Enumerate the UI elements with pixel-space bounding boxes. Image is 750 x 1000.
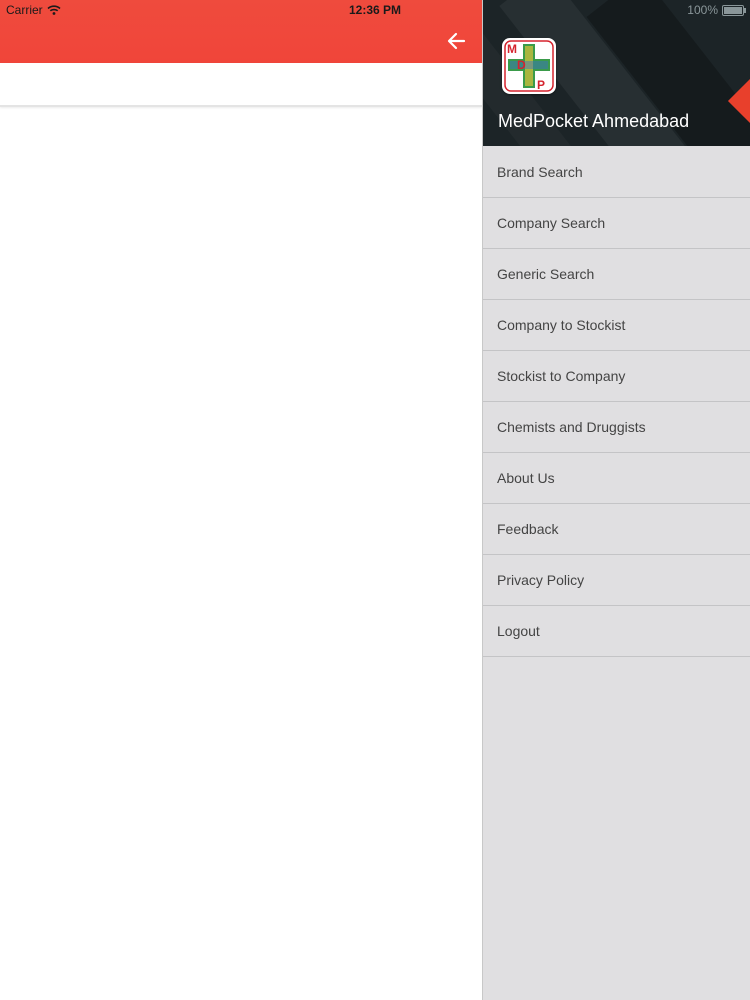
menu-item-chemists-and-druggists[interactable]: Chemists and Druggists [483, 402, 750, 453]
status-time: 12:36 PM [348, 3, 402, 17]
app-name: MedPocket Ahmedabad [498, 111, 690, 131]
drawer-menu: Brand Search Company Search Generic Sear… [483, 147, 750, 657]
drawer-header: M D P MedPocket Ahmedabad [483, 0, 750, 146]
arrow-left-icon [447, 32, 466, 50]
menu-item-stockist-to-company[interactable]: Stockist to Company [483, 351, 750, 402]
battery-percent: 100% [687, 3, 718, 17]
menu-item-generic-search[interactable]: Generic Search [483, 249, 750, 300]
status-bar: Carrier 12:36 PM 100% [0, 0, 750, 20]
menu-item-feedback[interactable]: Feedback [483, 504, 750, 555]
battery-icon [722, 5, 746, 16]
menu-item-about-us[interactable]: About Us [483, 453, 750, 504]
back-button[interactable] [444, 28, 470, 54]
menu-item-brand-search[interactable]: Brand Search [483, 147, 750, 198]
search-strip[interactable] [0, 63, 482, 107]
logo-letter: M [507, 42, 517, 56]
menu-item-company-search[interactable]: Company Search [483, 198, 750, 249]
logo-letter: D [517, 58, 526, 72]
menu-item-logout[interactable]: Logout [483, 606, 750, 657]
menu-item-company-to-stockist[interactable]: Company to Stockist [483, 300, 750, 351]
logo-letter: P [537, 78, 546, 92]
menu-item-privacy-policy[interactable]: Privacy Policy [483, 555, 750, 606]
navigation-drawer: M D P MedPocket Ahmedabad Brand Search C… [482, 0, 750, 1000]
app-logo: M D P [502, 38, 556, 94]
